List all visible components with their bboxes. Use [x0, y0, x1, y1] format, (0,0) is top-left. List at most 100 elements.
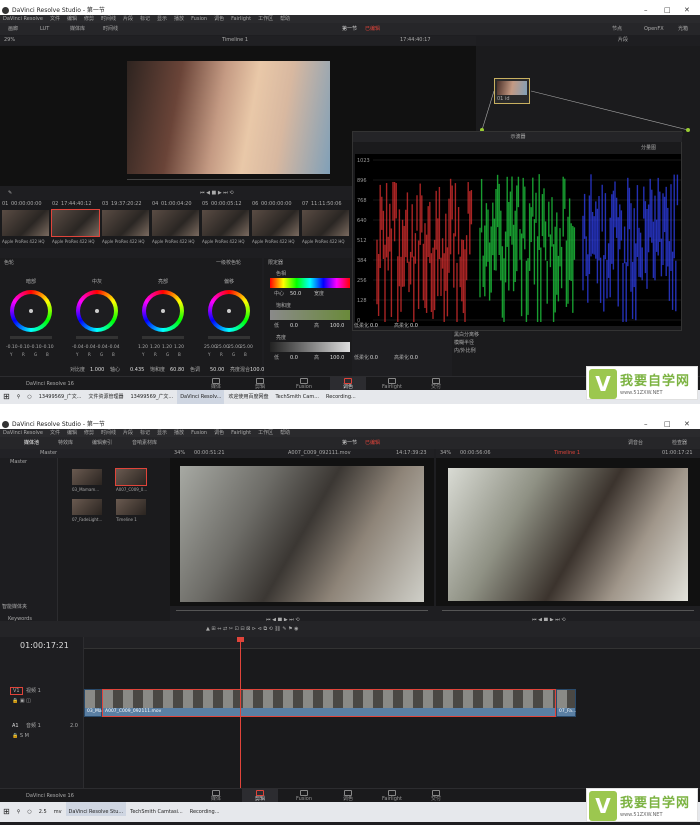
page-tab[interactable]: Fusion — [286, 789, 322, 803]
color-wheel[interactable] — [142, 290, 184, 332]
menu-item[interactable]: 播放 — [174, 16, 184, 22]
close-icon[interactable]: ✕ — [684, 6, 690, 15]
timeline-name[interactable]: Timeline 1 — [222, 36, 248, 44]
menu-item[interactable]: 时间线 — [101, 430, 116, 436]
menu-item[interactable]: 显示 — [157, 430, 167, 436]
taskbar-app[interactable]: 文件资源管理器 — [85, 390, 126, 404]
minimize-icon[interactable]: – — [644, 6, 648, 15]
menu-item[interactable]: 工作区 — [258, 16, 273, 22]
wheel-slider[interactable] — [76, 336, 118, 339]
page-tab[interactable]: 调色 — [330, 789, 366, 803]
page-tab[interactable]: 调色 — [330, 377, 366, 391]
taskbar-app[interactable]: Recording... — [187, 802, 223, 816]
clip-thumbnail[interactable] — [302, 210, 349, 236]
search-icon[interactable]: ⚲ — [14, 390, 24, 404]
timeline-clip[interactable]: 03_Ma... — [84, 689, 106, 717]
menu-item[interactable]: 修剪 — [84, 16, 94, 22]
toolbar-nodes-button[interactable]: 节点 — [612, 25, 622, 33]
qualifier-value[interactable]: 0.0 — [370, 354, 378, 362]
maximize-icon[interactable]: □ — [664, 6, 671, 15]
toolbar-lightbox-button[interactable]: 光箱 — [678, 25, 688, 33]
task-view-icon[interactable]: ○ — [24, 390, 34, 404]
bin-master[interactable]: Master — [10, 458, 27, 466]
scope-mode[interactable]: 分量图 — [641, 144, 656, 152]
clip-thumbnail[interactable] — [202, 210, 249, 236]
menu-item[interactable]: 修剪 — [84, 430, 94, 436]
qualifier-value[interactable]: 100.0 — [330, 354, 344, 362]
track-lock-icon[interactable]: 🔒 ▣ ◫ — [12, 697, 31, 705]
qualifier-value[interactable]: 0.0 — [290, 354, 298, 362]
program-timeline-name[interactable]: Timeline 1 — [554, 449, 580, 457]
timeline-clip[interactable]: 07_Fa... — [556, 689, 576, 717]
viewer-scrubber[interactable] — [127, 179, 330, 180]
page-tab[interactable]: 交付 — [418, 789, 454, 803]
node-editor[interactable]: 01 id 片段 — [476, 37, 700, 136]
menu-item[interactable]: 调色 — [214, 430, 224, 436]
menu-item[interactable]: 编辑 — [67, 430, 77, 436]
menu-item[interactable]: 文件 — [50, 16, 60, 22]
menu-item[interactable]: 显示 — [157, 16, 167, 22]
taskbar-app[interactable]: 13499569_广文... — [127, 390, 176, 404]
close-icon[interactable]: ✕ — [684, 420, 690, 429]
task-view-icon[interactable]: ○ — [24, 802, 34, 816]
timeline-clip[interactable]: A007_C009_092111.mov — [102, 689, 556, 717]
zoom-level[interactable]: 29% — [4, 36, 15, 44]
menu-item[interactable]: 工作区 — [258, 430, 273, 436]
qualifier-value[interactable]: 0.0 — [290, 322, 298, 330]
clip-thumbnail[interactable] — [152, 210, 199, 236]
clip-thumbnail[interactable] — [252, 210, 299, 236]
menu-item[interactable]: Fusion — [191, 430, 207, 436]
color-wheels-mode[interactable]: 一级校色轮 — [216, 259, 241, 267]
media-thumbnail[interactable] — [72, 469, 102, 485]
menu-item[interactable]: 帮助 — [280, 16, 290, 22]
toolbar-inspector-button[interactable]: 检查器 — [672, 439, 687, 447]
scope-window[interactable]: 示波器 分量图 1023 896 768 640 512 384 256 128 0 — [352, 131, 683, 331]
qualifier-value[interactable]: 100.0 — [330, 322, 344, 330]
menu-item[interactable]: 帮助 — [280, 430, 290, 436]
menu-item[interactable]: 调色 — [214, 16, 224, 22]
taskbar-app[interactable]: 13499569_广文... — [36, 390, 85, 404]
wheel-slider[interactable] — [208, 336, 250, 339]
toolbar-gallery-button[interactable]: 画廊 — [8, 25, 18, 33]
page-tab[interactable]: 媒体 — [198, 789, 234, 803]
wheel-slider[interactable] — [142, 336, 184, 339]
menu-item[interactable]: 时间线 — [101, 16, 116, 22]
menu-item[interactable]: 标记 — [140, 16, 150, 22]
qualifier-value[interactable]: 0.0 — [370, 322, 378, 330]
menu-item[interactable]: DaVinci Resolve — [3, 430, 43, 436]
menu-item[interactable]: 片段 — [123, 16, 133, 22]
adjust-value[interactable]: 60.80 — [170, 366, 184, 374]
toolbar-effects-button[interactable]: 特效库 — [58, 439, 73, 447]
qualifier-gradient[interactable] — [270, 342, 350, 352]
clip-thumbnail[interactable] — [102, 210, 149, 236]
media-thumbnail[interactable] — [115, 468, 147, 486]
program-scrubber[interactable] — [442, 610, 694, 611]
edit-tools[interactable]: ▲ ⊞ ⇔ ⇄ ✂ ⊡ ⊟ ⊠ ⊳ ⊲ ⧉ ⟲ ⛓ ✎ ⚑ ◉ — [206, 625, 299, 633]
qualifier-gradient[interactable] — [270, 310, 350, 320]
minimize-icon[interactable]: – — [644, 420, 648, 429]
toolbar-openfx-button[interactable]: OpenFX — [644, 25, 664, 33]
page-tab[interactable]: 交付 — [418, 377, 454, 391]
taskbar-app[interactable]: 欢迎使用百度网盘 — [225, 390, 271, 404]
page-tab[interactable]: 媒体 — [198, 377, 234, 391]
taskbar-app[interactable]: TechSmith Camtasi... — [127, 802, 186, 816]
toolbar-media-pool-button[interactable]: 媒体池 — [24, 439, 39, 447]
menu-item[interactable]: 编辑 — [67, 16, 77, 22]
start-icon[interactable]: ⊞ — [0, 390, 13, 404]
color-wheel[interactable] — [10, 290, 52, 332]
taskbar-app[interactable]: TechSmith Cam... — [272, 390, 322, 404]
menu-item[interactable]: 标记 — [140, 430, 150, 436]
color-wheel[interactable] — [208, 290, 250, 332]
adjust-value[interactable]: 1.000 — [90, 366, 104, 374]
adjust-value[interactable]: 50.00 — [210, 366, 224, 374]
toolbar-lut-button[interactable]: LUT — [40, 25, 49, 33]
qualifier-value[interactable]: 0.0 — [410, 322, 418, 330]
media-thumbnail[interactable] — [72, 499, 102, 515]
taskbar-app[interactable]: Recording... — [323, 390, 359, 404]
taskbar-app[interactable]: DaVinci Resolve Stu... — [65, 802, 127, 816]
menu-item[interactable]: Fairlight — [231, 430, 251, 436]
pointer-icon[interactable]: ✎ — [8, 189, 12, 197]
source-viewer[interactable] — [170, 458, 434, 606]
program-zoom[interactable]: 34% — [440, 449, 451, 457]
adjust-value[interactable]: 0.435 — [130, 366, 144, 374]
